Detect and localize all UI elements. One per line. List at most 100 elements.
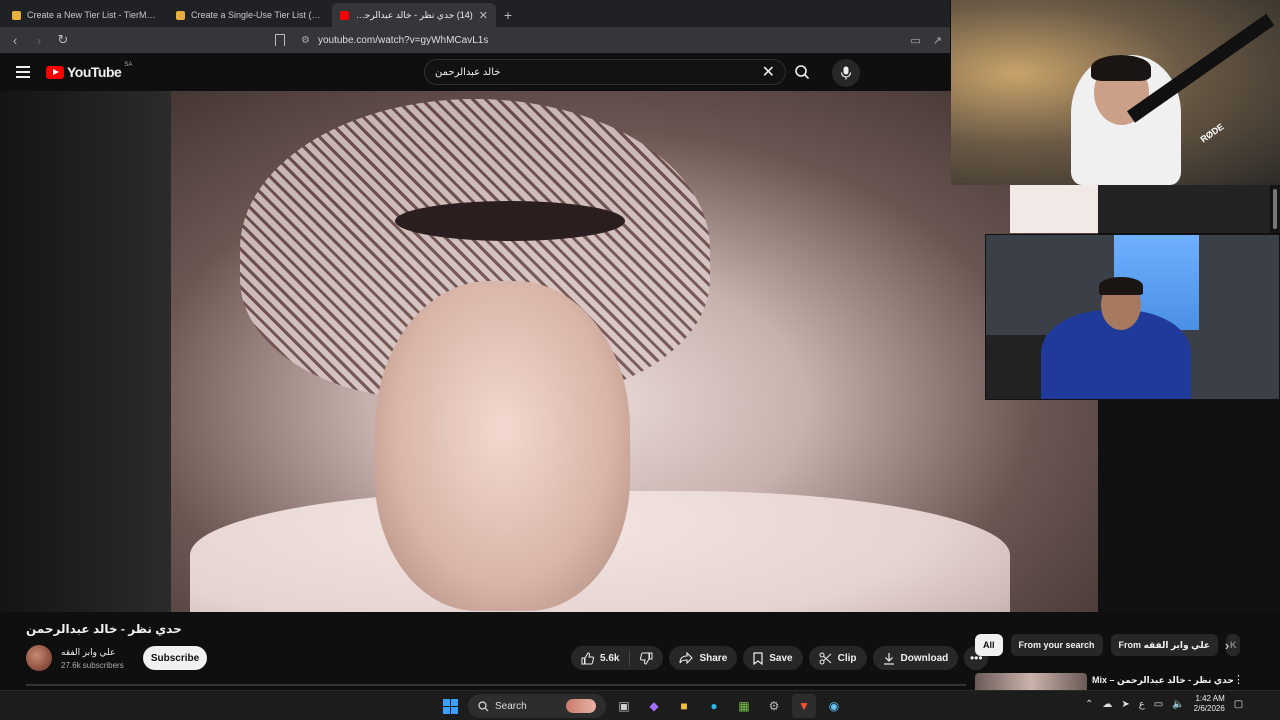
share-icon	[679, 652, 694, 664]
telegram-icon[interactable]: ➤	[1121, 699, 1129, 710]
video-agal-shape	[395, 201, 625, 241]
search-input[interactable]: خالد عبدالرحمن ✕	[424, 59, 786, 85]
onedrive-icon[interactable]: ☁	[1102, 699, 1112, 710]
bookmark-icon[interactable]	[275, 34, 285, 46]
mic-brand-label: RØDE	[1198, 121, 1226, 145]
recommendation-title: Mix – حدي نظر - خالد عبدالرحمن	[1092, 675, 1234, 686]
logo-text: YouTube	[67, 64, 122, 80]
like-button[interactable]: 5.6k	[571, 650, 631, 666]
scissors-icon	[819, 652, 831, 664]
thumbs-down-icon	[640, 652, 653, 665]
like-count: 5.6k	[600, 652, 620, 664]
chevron-up-icon[interactable]: ⌃	[1085, 699, 1093, 710]
edge-icon[interactable]: ●	[702, 694, 726, 718]
save-label: Save	[769, 652, 793, 664]
url-field[interactable]: ⚙ youtube.com/watch?v=gyWhMCavL1s	[301, 35, 488, 46]
steam-icon[interactable]: ◉	[822, 694, 846, 718]
clock-date: 2/6/2026	[1193, 704, 1225, 713]
site-info-icon[interactable]: ⚙	[301, 35, 310, 46]
microphone-icon	[840, 66, 852, 80]
address-bar-actions: ▭ ↗	[910, 34, 942, 47]
thumbs-up-icon	[581, 651, 594, 664]
overlay-strip	[1098, 185, 1270, 233]
url-text: youtube.com/watch?v=gyWhMCavL1s	[317, 34, 489, 46]
youtube-logo[interactable]: YouTube SA	[46, 62, 133, 80]
brave-icon[interactable]: ▼	[792, 694, 816, 718]
store-icon[interactable]: ▦	[732, 694, 756, 718]
taskbar-apps: Search ▣ ◆ ■ ● ▦ ⚙ ▼ ◉	[438, 694, 846, 718]
tiermaker-favicon-icon	[12, 10, 21, 20]
new-tab-button[interactable]: +	[496, 3, 520, 27]
copilot-icon[interactable]: ◆	[642, 694, 666, 718]
share-page-icon[interactable]: ↗	[933, 34, 942, 47]
channel-name[interactable]: علي وابر الفقه	[61, 647, 115, 658]
scrollbar[interactable]	[1271, 185, 1280, 233]
tab-title: (14) حدي نظر - خالد عبدالرحمن	[355, 9, 473, 20]
system-tray: ⌃ ☁ ➤ ع ▭ 🔈 1:42 AM 2/6/2026 ▢	[1085, 694, 1243, 714]
clear-search-icon[interactable]: ✕	[762, 62, 775, 82]
search-query: خالد عبدالرحمن	[435, 66, 501, 78]
dislike-button[interactable]	[630, 652, 663, 665]
close-tab-icon[interactable]: ✕	[479, 9, 488, 22]
file-explorer-icon[interactable]: ■	[672, 694, 696, 718]
notifications-icon[interactable]: ▢	[1234, 699, 1243, 710]
menu-icon[interactable]	[16, 66, 30, 78]
video-player[interactable]	[0, 91, 1098, 612]
tab-youtube-active[interactable]: (14) حدي نظر - خالد عبدالرحمن ✕	[332, 3, 496, 27]
windows-taskbar: Search ▣ ◆ ■ ● ▦ ⚙ ▼ ◉ ⌃ ☁ ➤ ع ▭ 🔈 1:42 …	[0, 690, 1280, 720]
search-icon	[795, 65, 810, 80]
search-button[interactable]	[786, 59, 818, 85]
reload-icon[interactable]: ↻	[56, 32, 70, 48]
channel-avatar[interactable]	[26, 645, 52, 671]
youtube-play-logo-icon	[46, 65, 64, 79]
voice-search-button[interactable]	[832, 59, 860, 87]
webcam-hair	[1091, 55, 1151, 81]
save-bookmark-icon	[753, 651, 763, 665]
video-actions: 5.6k Share Save Clip Download •••	[571, 646, 989, 670]
more-vertical-icon[interactable]: ⋮	[1233, 673, 1244, 686]
language-icon[interactable]: ع	[1139, 699, 1145, 710]
search-icon	[478, 700, 489, 711]
taskbar-search[interactable]: Search	[468, 694, 606, 718]
video-title: حدي نظر - خالد عبدالرحمن	[26, 622, 182, 636]
address-bar: ‹ › ↻ ⚙ youtube.com/watch?v=gyWhMCavL1s …	[0, 27, 950, 53]
country-code: SA	[124, 62, 133, 68]
settings-icon[interactable]: ⚙	[762, 694, 786, 718]
chip-from-channel[interactable]: From علي وابر الفقه	[1110, 634, 1219, 656]
download-button[interactable]: Download	[872, 646, 959, 670]
video-letterbox	[0, 91, 171, 612]
subscribe-button[interactable]: Subscribe	[143, 646, 207, 670]
webcam-overlay-top: RØDE	[951, 0, 1280, 185]
clip-label: Clip	[837, 652, 857, 664]
video-face-shape	[375, 281, 630, 611]
youtube-header: YouTube SA خالد عبدالرحمن ✕	[0, 53, 950, 91]
webcam-overlay-guest	[985, 234, 1280, 400]
back-arrow-icon[interactable]: ‹	[8, 33, 22, 48]
search-highlight-icon	[566, 699, 596, 713]
network-icon[interactable]: ▭	[1154, 699, 1163, 710]
share-button[interactable]: Share	[669, 646, 738, 670]
chip-all[interactable]: All	[975, 634, 1003, 656]
chevron-right-icon[interactable]: ›	[1218, 636, 1236, 654]
forward-arrow-icon[interactable]: ›	[32, 33, 46, 48]
recommendation-thumbnail[interactable]	[975, 673, 1087, 690]
recommendation-mix-label: Mix –	[1092, 675, 1115, 685]
chip-from-your-search[interactable]: From your search	[1010, 634, 1103, 656]
tab-tiermaker-new[interactable]: Create a New Tier List - TierMaker	[4, 3, 168, 27]
like-dislike-group: 5.6k	[571, 646, 664, 670]
cast-icon[interactable]: ▭	[910, 34, 920, 47]
save-button[interactable]: Save	[743, 646, 803, 670]
tiermaker-favicon-icon	[176, 10, 185, 20]
description-divider	[26, 684, 966, 686]
download-label: Download	[900, 652, 949, 664]
clip-button[interactable]: Clip	[808, 646, 867, 670]
clock[interactable]: 1:42 AM 2/6/2026	[1194, 694, 1225, 714]
recommendation-item[interactable]: Mix – حدي نظر - خالد عبدالرحمن ⋮	[975, 673, 1275, 690]
subscriber-count: 27.6k subscribers	[61, 661, 124, 670]
tab-tiermaker-single[interactable]: Create a Single-Use Tier List (Private	[168, 3, 332, 27]
webcam-chair	[986, 335, 1046, 399]
start-button[interactable]	[438, 694, 462, 718]
task-view-icon[interactable]: ▣	[612, 694, 636, 718]
overlay-light-panel	[1010, 185, 1098, 233]
volume-icon[interactable]: 🔈	[1172, 699, 1184, 710]
